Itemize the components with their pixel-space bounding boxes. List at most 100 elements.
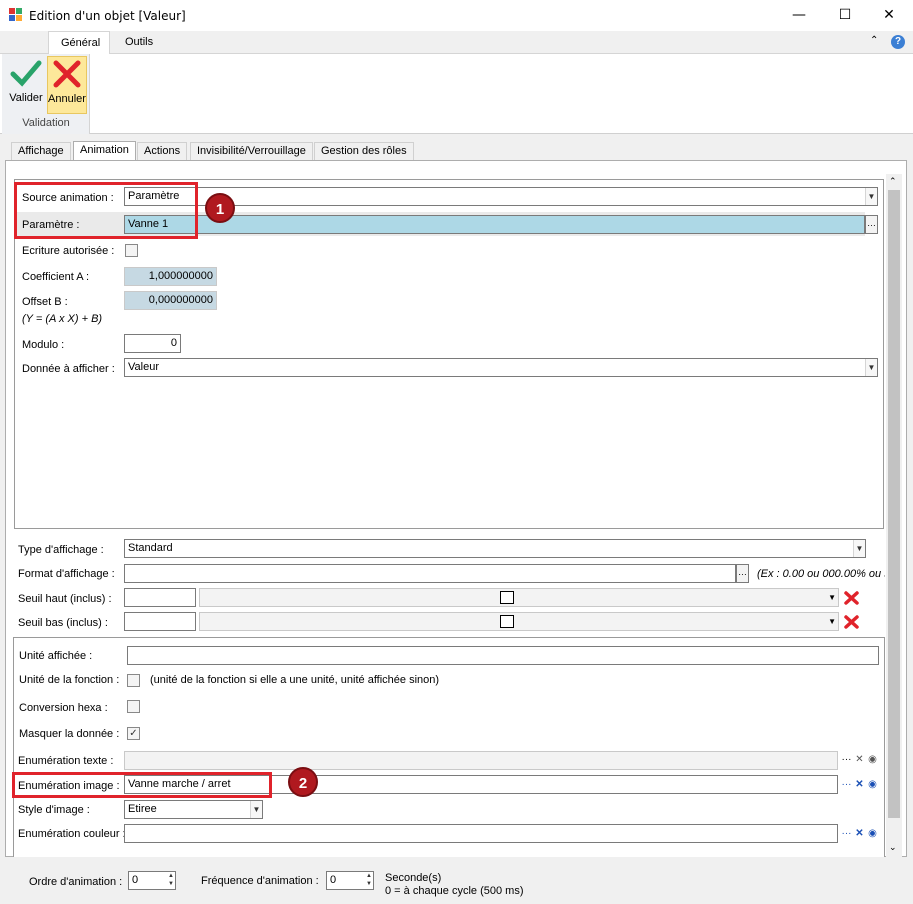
enum-texte-browse-icon[interactable]: ··· [840,752,853,767]
valider-button[interactable]: Valider [6,56,46,114]
chevron-down-icon[interactable]: ▼ [865,188,877,205]
delete-seuil-bas-icon[interactable] [843,614,860,630]
collapse-ribbon-icon[interactable]: ⌃ [870,35,878,46]
type-affichage-value: Standard [128,542,173,554]
frequence-animation-input[interactable]: 0 ▲ ▼ [326,871,374,890]
cycle-hint: 0 = à chaque cycle (500 ms) [385,885,524,897]
ordre-animation-input[interactable]: 0 ▲ ▼ [128,871,176,890]
seuil-bas-input[interactable] [124,612,196,631]
donnee-label: Donnée à afficher : [22,363,115,375]
style-image-label: Style d'image : [18,804,90,816]
unite-affichee-input[interactable] [127,646,879,665]
conversion-hexa-checkbox[interactable] [127,700,140,713]
enum-image-browse-icon[interactable]: ··· [840,777,853,792]
source-animation-select[interactable]: Paramètre ▼ [124,187,878,206]
title-bar: Edition d'un objet [Valeur] — ☐ ✕ [0,0,913,31]
enum-texte-input[interactable] [124,751,838,770]
scroll-down-icon[interactable]: ⌄ [889,842,897,853]
ordre-animation-label: Ordre d'animation : [29,876,123,888]
format-browse-button[interactable]: … [736,564,749,583]
donnee-select[interactable]: Valeur ▼ [124,358,878,377]
app-icon [9,8,22,21]
scroll-up-icon[interactable]: ⌃ [889,176,897,187]
valider-label: Valider [9,92,43,104]
offset-b-input[interactable]: 0,000000000 [124,291,217,310]
masquer-label: Masquer la donnée : [19,728,120,740]
unite-fonction-checkbox[interactable] [127,674,140,687]
seuil-haut-color-select[interactable]: ▼ [199,588,839,607]
maximize-button[interactable]: ☐ [822,0,868,31]
ribbon-body: Valider Annuler Validation [0,54,913,134]
ribbon-tab-general[interactable]: Général [48,31,110,55]
conversion-hexa-label: Conversion hexa : [19,702,108,714]
spinner-icon[interactable]: ▲ ▼ [366,872,372,888]
vertical-scrollbar[interactable]: ⌃ ⌄ [886,174,902,857]
tab-gestion-roles[interactable]: Gestion des rôles [314,142,414,161]
enum-image-goto-icon[interactable]: ◉ [866,777,879,792]
coef-a-input[interactable]: 1,000000000 [124,267,217,286]
unite-affichee-label: Unité affichée : [19,650,93,662]
ribbon-tab-outils[interactable]: Outils [113,31,165,55]
chevron-down-icon[interactable]: ▼ [853,540,865,557]
parametre-input[interactable]: Vanne 1 [124,215,865,234]
seuil-bas-color-select[interactable]: ▼ [199,612,839,631]
enum-texte-clear-icon[interactable]: ✕ [853,752,866,767]
annuler-label: Annuler [48,93,86,105]
seuil-bas-label: Seuil bas (inclus) : [18,617,108,629]
frequence-animation-label: Fréquence d'animation : [201,875,319,887]
chevron-down-icon[interactable]: ▼ [828,613,836,630]
annuler-button[interactable]: Annuler [47,56,87,114]
unite-fonction-hint: (unité de la fonction si elle a une unit… [150,674,440,686]
modulo-label: Modulo : [22,339,65,351]
format-affichage-input[interactable] [124,564,736,583]
coef-a-label: Coefficient A : [22,271,90,283]
minimize-button[interactable]: — [776,0,822,31]
callout-badge-1: 1 [205,193,235,223]
tab-actions[interactable]: Actions [137,142,188,161]
group-label: Validation [22,117,70,129]
offset-b-label: Offset B : [22,296,68,308]
modulo-input[interactable]: 0 [124,334,181,353]
delete-seuil-haut-icon[interactable] [843,590,860,606]
tab-affichage[interactable]: Affichage [11,142,71,161]
enum-texte-label: Enumération texte : [18,755,114,767]
enum-texte-goto-icon[interactable]: ◉ [866,752,879,767]
enum-couleur-clear-icon[interactable]: ✕ [853,826,866,841]
tab-invisibilite[interactable]: Invisibilité/Verrouillage [190,142,313,161]
unite-fonction-label: Unité de la fonction : [19,674,120,686]
type-affichage-select[interactable]: Standard ▼ [124,539,866,558]
donnee-value: Valeur [128,361,159,373]
enum-couleur-input[interactable] [124,824,838,843]
ecriture-checkbox[interactable] [125,244,138,257]
tab-animation[interactable]: Animation [73,141,136,161]
check-icon [10,60,42,87]
enum-image-clear-icon[interactable]: ✕ [853,777,866,792]
enum-couleur-browse-icon[interactable]: ··· [840,826,853,841]
format-affichage-label: Format d'affichage : [18,568,115,580]
type-affichage-label: Type d'affichage : [18,544,104,556]
chevron-down-icon[interactable]: ▼ [865,359,877,376]
chevron-down-icon[interactable]: ▼ [828,589,836,606]
ribbon-tab-bar: Général Outils ⌃ ? [0,31,913,55]
highlight-box-2 [12,772,272,798]
masquer-checkbox[interactable]: ✓ [127,727,140,740]
color-swatch [500,615,514,628]
ordre-animation-value: 0 [132,874,139,886]
seuil-haut-input[interactable] [124,588,196,607]
parametre-browse-button[interactable]: … [865,215,878,234]
chevron-down-icon[interactable]: ▼ [250,801,262,818]
formula-hint: (Y = (A x X) + B) [22,313,103,325]
scrollbar-thumb[interactable] [888,190,900,818]
secondes-label: Seconde(s) [385,872,442,884]
close-button[interactable]: ✕ [866,0,912,31]
spinner-icon[interactable]: ▲ ▼ [168,872,174,888]
cross-icon [53,60,81,88]
help-icon[interactable]: ? [891,35,905,49]
window-title: Edition d'un objet [Valeur] [29,9,186,23]
style-image-select[interactable]: Etiree ▼ [124,800,263,819]
frequence-animation-value: 0 [330,874,337,886]
validation-group: Valider Annuler Validation [2,54,90,134]
highlight-box-1 [14,182,198,239]
color-swatch [500,591,514,604]
enum-couleur-goto-icon[interactable]: ◉ [866,826,879,841]
